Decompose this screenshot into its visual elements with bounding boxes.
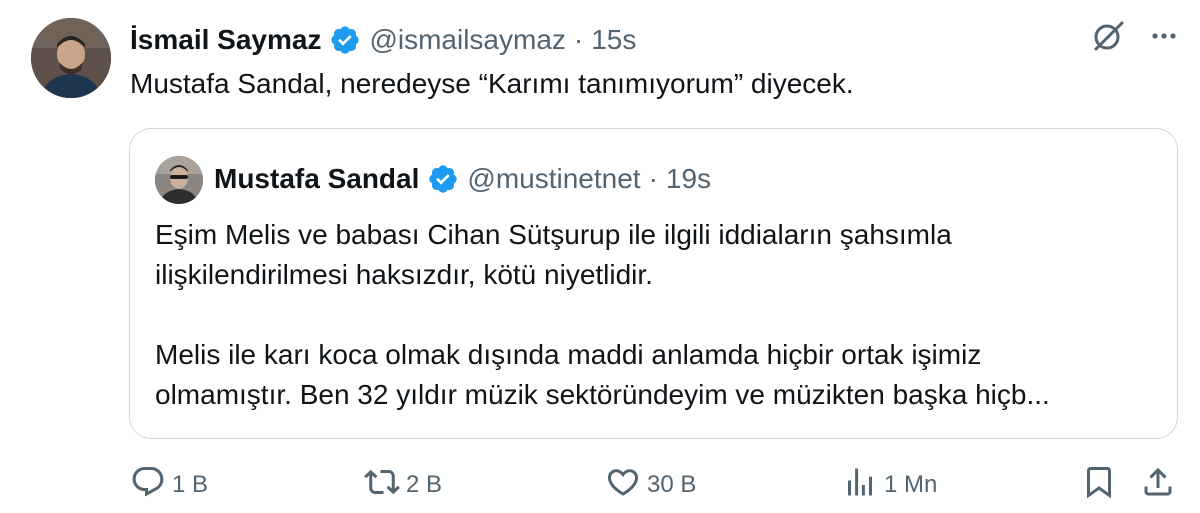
- quoted-tweet[interactable]: Mustafa Sandal @mustinetnet · 19s Eşim M…: [129, 128, 1178, 439]
- reply-icon: [130, 464, 166, 507]
- reply-button[interactable]: 1 B: [130, 460, 208, 510]
- like-count: 30 B: [647, 471, 697, 498]
- quoted-author-avatar[interactable]: [155, 156, 203, 204]
- separator-dot: ·: [648, 163, 658, 194]
- repost-icon: [364, 464, 400, 507]
- tweet-text: Mustafa Sandal, neredeyse “Karımı tanımı…: [130, 68, 854, 99]
- like-button[interactable]: 30 B: [605, 460, 696, 510]
- like-icon: [605, 464, 641, 507]
- separator-dot: ·: [573, 24, 584, 55]
- quoted-timestamp[interactable]: 19s: [666, 163, 711, 195]
- quoted-text-line: ilişkilendirilmesi haksızdır, kötü niyet…: [155, 259, 653, 290]
- quoted-text: Eşim Melis ve babası Cihan Sütşurup ile …: [155, 215, 1155, 415]
- quoted-text-line: olmamıştır. Ben 32 yıldır müzik sektörün…: [155, 379, 1050, 410]
- quoted-author-name[interactable]: Mustafa Sandal: [214, 163, 419, 195]
- tweet-timestamp[interactable]: 15s: [591, 24, 636, 56]
- quoted-text-line: Eşim Melis ve babası Cihan Sütşurup ile …: [155, 219, 952, 250]
- bookmark-button[interactable]: [1081, 460, 1117, 510]
- views-count: 1 Mn: [884, 471, 938, 498]
- tweet-header: İsmail Saymaz @ismailsaymaz · 15s: [130, 20, 636, 60]
- verified-badge-icon: [427, 163, 459, 195]
- views-icon: [842, 464, 878, 507]
- quoted-header: Mustafa Sandal @mustinetnet · 19s: [214, 159, 711, 199]
- grok-icon[interactable]: [1090, 18, 1126, 54]
- bookmark-icon: [1081, 464, 1117, 507]
- quoted-author-handle[interactable]: @mustinetnet: [467, 163, 640, 195]
- tweet-action-bar: 1 B 2 B 30 B 1 Mn: [0, 460, 1200, 510]
- top-actions: [1090, 18, 1180, 54]
- author-avatar[interactable]: [31, 18, 111, 98]
- views-button[interactable]: 1 Mn: [842, 460, 937, 510]
- author-name[interactable]: İsmail Saymaz: [130, 24, 321, 56]
- share-icon: [1140, 464, 1176, 507]
- repost-count: 2 B: [406, 471, 443, 498]
- verified-badge-icon: [329, 24, 361, 56]
- quoted-text-line: Melis ile karı koca olmak dışında maddi …: [155, 339, 982, 370]
- reply-count: 1 B: [172, 471, 209, 498]
- repost-button[interactable]: 2 B: [364, 460, 442, 510]
- author-handle[interactable]: @ismailsaymaz: [369, 24, 565, 56]
- share-button[interactable]: [1140, 460, 1176, 510]
- more-icon[interactable]: [1148, 20, 1180, 52]
